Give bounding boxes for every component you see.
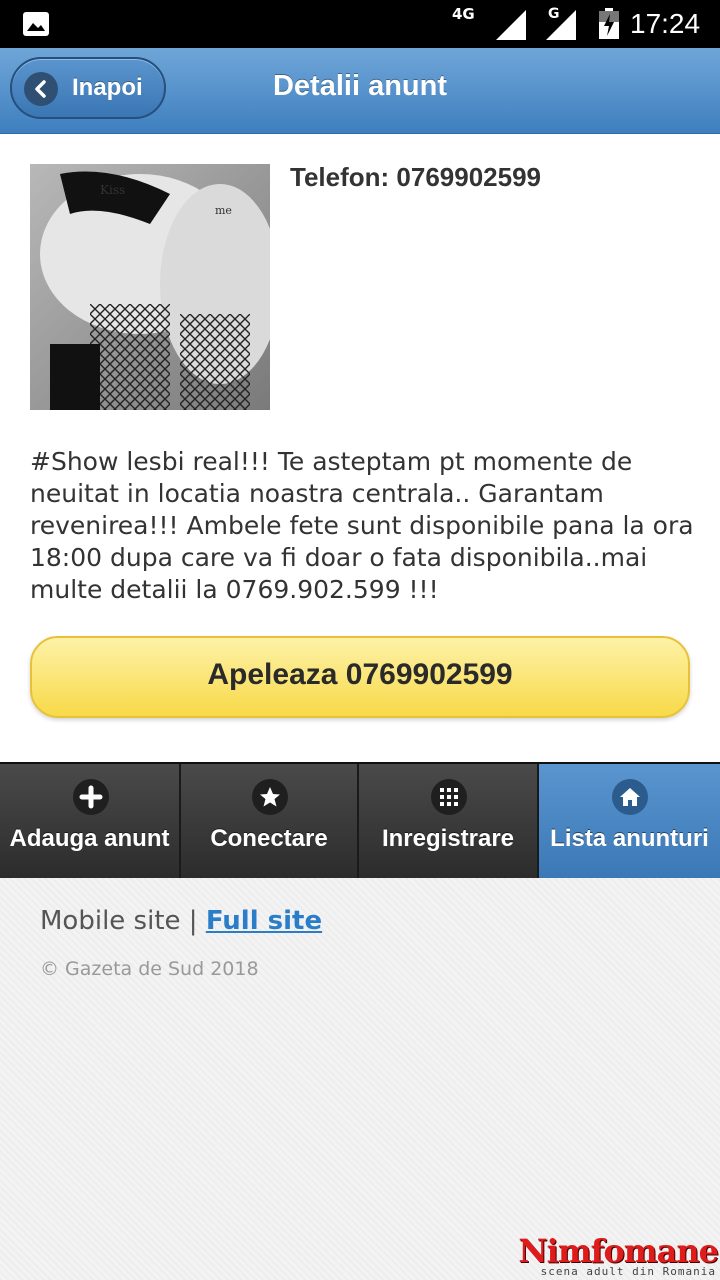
call-button-label: Apeleaza 0769902599 — [207, 658, 513, 691]
phone-number: Telefon: 0769902599 — [290, 162, 541, 192]
back-button[interactable]: Inapoi — [10, 57, 166, 119]
svg-text:Kiss: Kiss — [100, 183, 125, 197]
page-title: Detalii anunt — [272, 70, 447, 102]
ad-photo[interactable]: Kiss me — [30, 164, 270, 410]
site-version-line: Mobile site | Full site — [40, 906, 322, 936]
bottom-navbar: Adauga anunt Conectare Inregistrare List… — [0, 762, 720, 878]
watermark-tagline: scena adult din Romania — [540, 1265, 716, 1278]
home-icon — [612, 779, 648, 815]
network-type-label: 4G — [452, 5, 475, 23]
plus-icon — [73, 779, 109, 815]
mobile-site-label: Mobile site | — [40, 906, 206, 936]
battery-charging-icon — [598, 8, 620, 40]
watermark-logo: Nimfomane scena adult din Romania — [518, 1232, 720, 1280]
star-icon — [252, 779, 288, 815]
status-bar: 4G G 17:24 — [0, 0, 720, 48]
call-button[interactable]: Apeleaza 0769902599 — [30, 636, 690, 718]
ad-details: Kiss me Telefon: 0769902599 #Show lesbi … — [0, 134, 720, 762]
full-site-link[interactable]: Full site — [206, 906, 322, 936]
nav-label: Inregistrare — [381, 825, 515, 852]
chevron-left-icon — [24, 72, 58, 106]
signal-strength-icon — [494, 8, 528, 42]
nav-label: Adauga anunt — [9, 825, 170, 852]
nav-ad-list[interactable]: Lista anunturi — [539, 764, 720, 878]
nav-label: Conectare — [210, 825, 328, 852]
footer: Mobile site | Full site © Gazeta de Sud … — [0, 878, 720, 1280]
network-type-label-2: G — [548, 6, 560, 22]
grid-icon — [431, 779, 467, 815]
ad-description: #Show lesbi real!!! Te asteptam pt momen… — [30, 447, 694, 604]
nav-label: Lista anunturi — [550, 825, 709, 852]
image-notification-icon — [22, 11, 50, 37]
nav-login[interactable]: Conectare — [181, 764, 359, 878]
svg-text:me: me — [215, 204, 232, 217]
back-button-label: Inapoi — [72, 74, 143, 101]
clock: 17:24 — [630, 8, 701, 39]
nav-add-ad[interactable]: Adauga anunt — [0, 764, 181, 878]
nav-register[interactable]: Inregistrare — [359, 764, 539, 878]
copyright: © Gazeta de Sud 2018 — [40, 958, 259, 980]
header-bar: Inapoi Detalii anunt — [0, 48, 720, 134]
